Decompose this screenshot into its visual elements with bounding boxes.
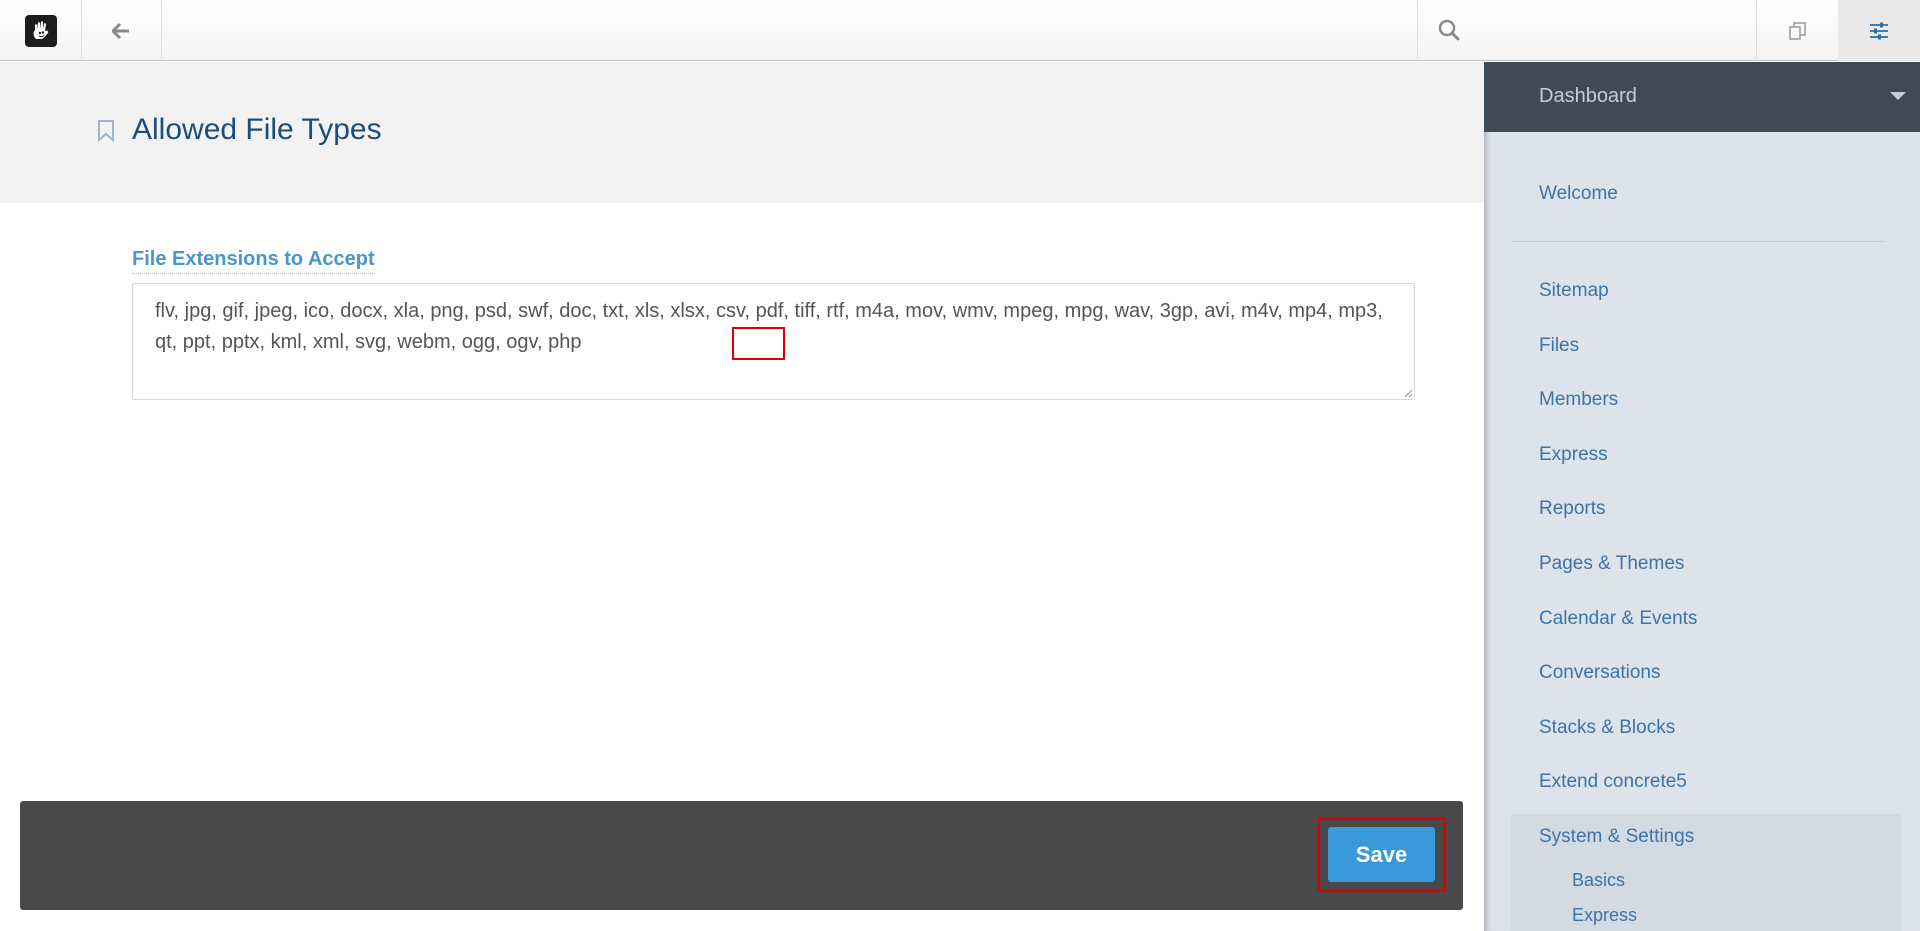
resize-grip-icon[interactable] xyxy=(1403,388,1413,398)
php-annotation-box xyxy=(732,327,785,360)
form-actions-bar xyxy=(20,801,1463,910)
top-toolbar xyxy=(0,0,1920,61)
logo-button[interactable] xyxy=(0,0,82,61)
search-icon xyxy=(1438,19,1460,41)
sliders-icon xyxy=(1870,22,1888,39)
nav-item-members[interactable]: Members xyxy=(1539,389,1618,411)
nav-item-extend-concrete5[interactable]: Extend concrete5 xyxy=(1539,771,1687,793)
arrow-left-icon xyxy=(112,22,129,39)
nav-item-express[interactable]: Express xyxy=(1539,444,1608,466)
search-box xyxy=(1417,0,1757,61)
caret-down-icon xyxy=(1890,92,1906,100)
extensions-field-label: File Extensions to Accept xyxy=(132,248,375,274)
nav-item-files[interactable]: Files xyxy=(1539,335,1579,357)
panel-title: Dashboard xyxy=(1539,85,1637,107)
bookmark-icon[interactable] xyxy=(97,120,115,142)
back-button[interactable] xyxy=(81,0,162,61)
page-header: Allowed File Types xyxy=(0,62,1484,203)
nav-item-sitemap[interactable]: Sitemap xyxy=(1539,280,1609,302)
nav-item-welcome[interactable]: Welcome xyxy=(1539,183,1618,205)
page-title: Allowed File Types xyxy=(132,113,382,146)
concrete5-logo-icon xyxy=(24,14,57,47)
search-input[interactable] xyxy=(1470,14,1744,48)
nav-item-reports[interactable]: Reports xyxy=(1539,498,1606,520)
dashboard-panel: Dashboard Welcome Sitemap Files Members … xyxy=(1484,62,1920,931)
panel-divider xyxy=(1511,241,1885,242)
sub-item-basics[interactable]: Basics xyxy=(1572,870,1625,891)
nav-item-system-settings[interactable]: System & Settings xyxy=(1539,826,1694,848)
nav-item-stacks-blocks[interactable]: Stacks & Blocks xyxy=(1539,717,1675,739)
nav-item-calendar-events[interactable]: Calendar & Events xyxy=(1539,608,1697,630)
sub-item-express[interactable]: Express xyxy=(1572,905,1637,926)
intelligent-search-button[interactable] xyxy=(1757,0,1839,61)
save-button[interactable]: Save xyxy=(1328,827,1435,882)
nav-item-conversations[interactable]: Conversations xyxy=(1539,662,1660,684)
panel-header[interactable]: Dashboard xyxy=(1484,62,1920,132)
dashboard-panel-button[interactable] xyxy=(1838,0,1920,61)
copy-pages-icon xyxy=(1788,21,1806,40)
nav-item-pages-themes[interactable]: Pages & Themes xyxy=(1539,553,1684,575)
